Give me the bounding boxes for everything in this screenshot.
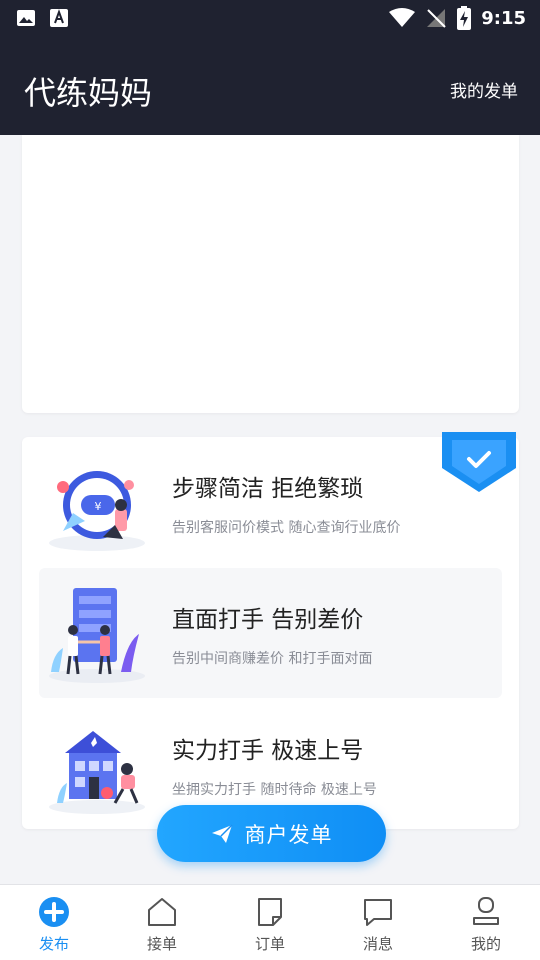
tab-profile[interactable]: 我的 [432, 885, 540, 960]
status-time: 9:15 [481, 7, 526, 29]
app-header: 代练妈妈 我的发单 [0, 36, 540, 135]
svg-text:¥: ¥ [95, 500, 102, 513]
tab-take-order[interactable]: 接单 [108, 885, 216, 960]
feature-item: ¥ 步骤简洁 拒绝繁琐 告别客服问价模式 随心查询行业底价 [39, 437, 502, 567]
tab-publish[interactable]: 发布 [0, 885, 108, 960]
page-title: 代练妈妈 [24, 74, 153, 112]
font-icon [50, 9, 68, 27]
paper-plane-icon [211, 823, 233, 843]
tab-label: 订单 [254, 935, 285, 953]
feature-subtitle: 告别中间商赚差价 和打手面对面 [172, 651, 373, 667]
tab-orders[interactable]: 订单 [216, 885, 324, 960]
battery-charging-icon [457, 6, 472, 30]
tab-label: 接单 [146, 935, 177, 953]
house-illustration-icon [49, 731, 145, 814]
tab-label: 消息 [362, 935, 393, 953]
message-icon [364, 899, 392, 926]
tab-label: 发布 [38, 935, 69, 953]
merchant-post-button[interactable]: 商户发单 [157, 805, 386, 862]
image-icon [17, 10, 35, 26]
plus-circle-icon [39, 897, 69, 927]
feature-subtitle: 坐拥实力打手 随时待命 极速上号 [172, 782, 377, 798]
feature-title: 直面打手 告别差价 [172, 607, 364, 633]
note-icon [258, 898, 282, 926]
banner-card [22, 135, 519, 413]
merchant-post-label: 商户发单 [244, 822, 333, 847]
features-card: ¥ 步骤简洁 拒绝繁琐 告别客服问价模式 随心查询行业底价 直面打手 告别差价 … [22, 432, 519, 829]
my-orders-link[interactable]: 我的发单 [450, 77, 518, 102]
feature-title: 实力打手 极速上号 [172, 738, 364, 764]
handshake-illustration-icon [49, 588, 145, 683]
tab-label: 我的 [470, 935, 501, 953]
chat-illustration-icon: ¥ [49, 471, 145, 551]
wifi-icon [389, 8, 416, 27]
bottom-tab-bar: 发布 接单 订单 消息 我的 [0, 884, 540, 960]
user-icon [473, 897, 499, 925]
feature-item-highlighted: 直面打手 告别差价 告别中间商赚差价 和打手面对面 [39, 568, 502, 698]
status-bar: 9:15 [0, 0, 540, 36]
home-icon [148, 898, 176, 926]
tab-messages[interactable]: 消息 [324, 885, 432, 960]
feature-title: 步骤简洁 拒绝繁琐 [172, 476, 364, 502]
no-signal-icon [427, 9, 446, 28]
feature-subtitle: 告别客服问价模式 随心查询行业底价 [172, 520, 401, 536]
